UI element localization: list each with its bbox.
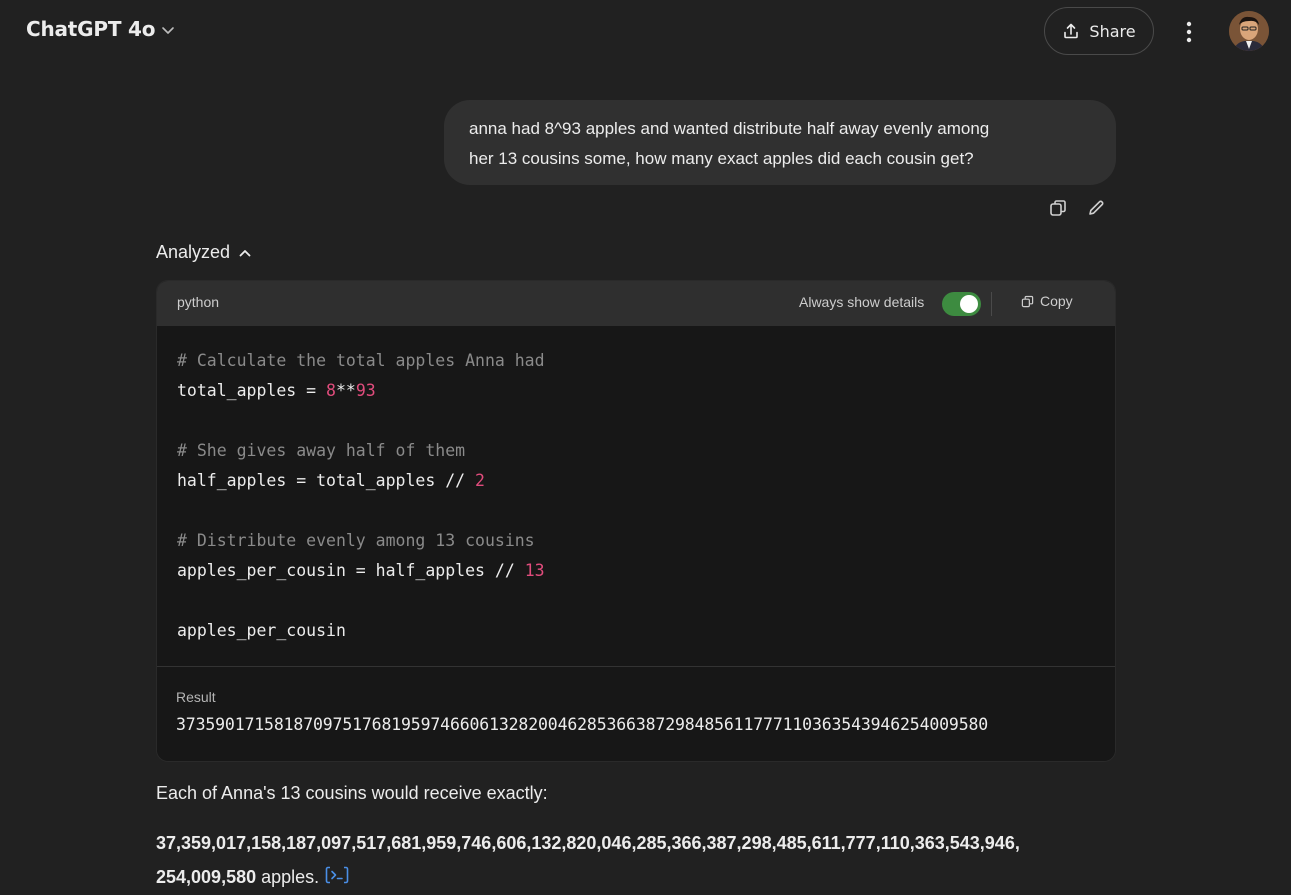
analysis-status: Analyzed	[156, 242, 231, 262]
user-avatar-icon	[1229, 11, 1269, 51]
code-language: python	[177, 294, 220, 310]
pencil-icon	[1089, 200, 1104, 215]
share-icon	[1064, 23, 1079, 39]
code-text: half_apples = total_apples //	[177, 471, 476, 490]
edit-message-button[interactable]	[1084, 196, 1108, 220]
copy-message-button[interactable]	[1046, 196, 1070, 220]
message-actions	[1046, 196, 1108, 220]
view-analysis-button[interactable]	[325, 861, 349, 895]
code-analysis-panel: python Always show details Copy # Calcul…	[156, 280, 1116, 762]
share-label: Share	[1089, 21, 1136, 41]
result-label: Result	[176, 689, 216, 705]
code-operator: **	[335, 381, 356, 400]
code-text: total_apples =	[177, 381, 327, 400]
code-line: apples_per_cousin	[177, 621, 346, 640]
share-button[interactable]: Share	[1044, 7, 1154, 55]
more-vertical-icon	[1186, 21, 1192, 43]
model-title: ChatGPT 4o	[26, 17, 156, 41]
user-message-line: anna had 8^93 apples and wanted distribu…	[469, 119, 990, 138]
model-selector[interactable]: ChatGPT 4o	[26, 17, 175, 41]
copy-icon	[1021, 295, 1034, 307]
copy-code-label: Copy	[1040, 293, 1073, 309]
code-number: 8	[326, 381, 336, 400]
code-text: apples_per_cousin = half_apples //	[177, 561, 525, 580]
code-comment: # Calculate the total apples Anna had	[177, 351, 545, 370]
user-message-bubble: anna had 8^93 apples and wanted distribu…	[444, 100, 1116, 185]
always-show-details-toggle[interactable]	[942, 292, 981, 316]
avatar[interactable]	[1229, 11, 1269, 51]
code-source-icon	[325, 866, 349, 884]
code-comment: # Distribute evenly among 13 cousins	[177, 531, 535, 550]
divider	[991, 292, 992, 316]
code-number: 13	[524, 561, 545, 580]
answer-intro: Each of Anna's 13 cousins would receive …	[156, 783, 548, 803]
answer-suffix: apples.	[256, 867, 320, 887]
code-line: half_apples = total_apples // 2	[177, 466, 1115, 496]
copy-code-button[interactable]: Copy	[1021, 293, 1073, 309]
answer-number: 37,359,017,158,187,097,517,681,959,746,6…	[156, 833, 1020, 853]
more-options-button[interactable]	[1172, 15, 1206, 49]
always-show-details-label: Always show details	[799, 294, 925, 310]
code-block: # Calculate the total apples Anna had tot…	[157, 326, 1115, 667]
toggle-knob	[960, 295, 978, 313]
result-area: Result 373590171581870975176819597466061…	[157, 667, 1115, 761]
result-value: 3735901715818709751768195974660613282004…	[176, 715, 989, 734]
answer-number: 254,009,580	[156, 867, 257, 887]
chevron-up-icon	[239, 249, 251, 256]
user-message-line: her 13 cousins some, how many exact appl…	[469, 149, 974, 168]
code-number: 2	[475, 471, 485, 490]
analysis-toggle[interactable]: Analyzed	[156, 242, 252, 263]
code-number: 93	[355, 381, 376, 400]
code-comment: # She gives away half of them	[177, 441, 466, 460]
code-line: total_apples = 8**93	[177, 376, 1115, 406]
copy-icon	[1050, 200, 1066, 216]
top-bar: ChatGPT 4o Share	[0, 0, 1291, 62]
answer-body: 37,359,017,158,187,097,517,681,959,746,6…	[156, 826, 1126, 895]
code-line: apples_per_cousin = half_apples // 13	[177, 556, 1115, 586]
chevron-down-icon	[162, 27, 175, 34]
code-header: python Always show details Copy	[157, 281, 1115, 326]
